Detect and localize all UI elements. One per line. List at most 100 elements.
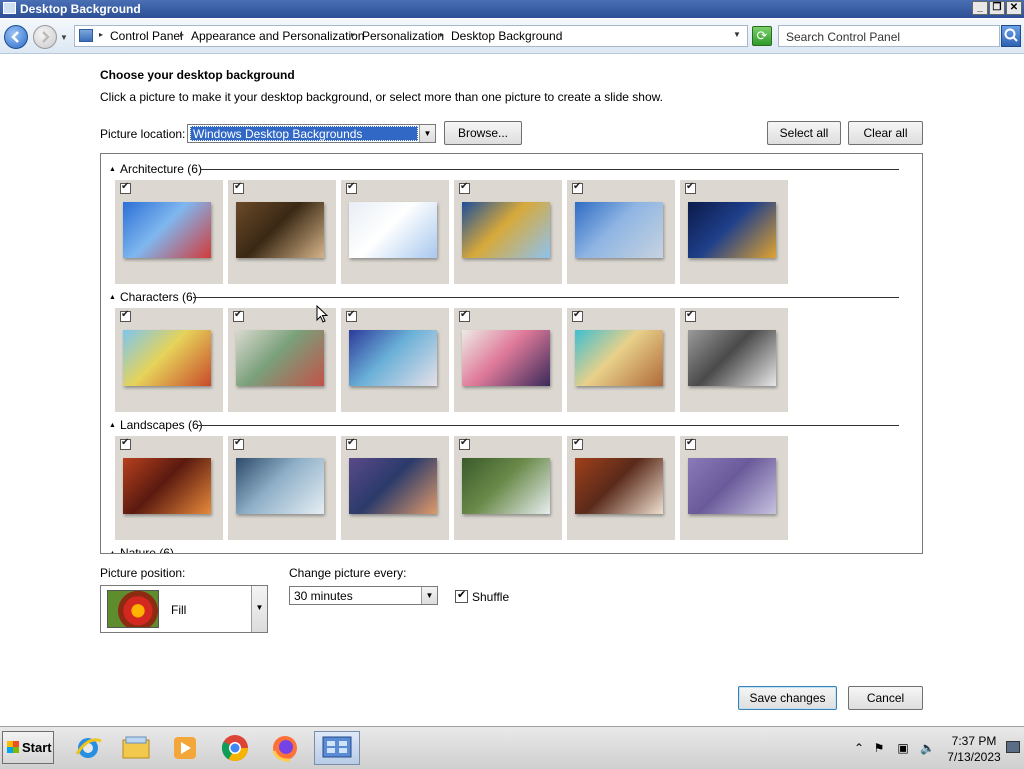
breadcrumb-separator-icon[interactable]: ▸ xyxy=(180,30,184,39)
wallpaper-thumbnail[interactable] xyxy=(575,458,663,514)
wallpaper-thumbnail[interactable] xyxy=(575,202,663,258)
search-icon[interactable] xyxy=(1001,25,1021,47)
change-picture-select[interactable]: 30 minutes ▼ xyxy=(289,586,438,605)
start-button[interactable]: Start xyxy=(2,731,54,764)
breadcrumb[interactable]: ▸ Control Panel ▸ Appearance and Persona… xyxy=(74,25,748,47)
control-panel-taskbar-button[interactable] xyxy=(314,731,360,765)
collapse-caret-icon[interactable]: ▲ xyxy=(109,294,116,301)
wallpaper-checkbox[interactable] xyxy=(233,181,244,194)
wallpaper-tile[interactable] xyxy=(454,308,562,412)
restore-button[interactable]: ❐ xyxy=(989,1,1005,15)
select-all-button[interactable]: Select all xyxy=(767,121,841,145)
firefox-icon[interactable] xyxy=(268,731,302,765)
picture-position-select[interactable]: Fill ▼ xyxy=(100,585,268,633)
breadcrumb-separator-icon[interactable]: ▸ xyxy=(440,30,444,39)
chevron-down-icon[interactable]: ▼ xyxy=(419,125,435,142)
wallpaper-checkbox[interactable] xyxy=(685,437,696,450)
wallpaper-checkbox[interactable] xyxy=(459,181,470,194)
refresh-icon[interactable]: ⟳ xyxy=(752,26,772,46)
wallpaper-thumbnail[interactable] xyxy=(349,330,437,386)
wallpaper-tile[interactable] xyxy=(115,180,223,284)
wallpaper-tile[interactable] xyxy=(680,308,788,412)
chrome-icon[interactable] xyxy=(218,731,252,765)
wallpaper-thumbnail[interactable] xyxy=(123,202,211,258)
wallpaper-checkbox[interactable] xyxy=(120,309,131,322)
wallpaper-thumbnail[interactable] xyxy=(236,458,324,514)
cancel-button[interactable]: Cancel xyxy=(848,686,923,710)
wallpaper-checkbox[interactable] xyxy=(459,437,470,450)
gallery-group-header[interactable]: ▲ Nature (6) xyxy=(109,546,174,553)
wallpaper-tile[interactable] xyxy=(341,308,449,412)
wallpaper-tile[interactable] xyxy=(567,308,675,412)
gallery-group-header[interactable]: ▲ Characters (6) xyxy=(109,290,197,304)
search-input[interactable]: Search Control Panel xyxy=(778,25,1000,47)
wallpaper-thumbnail[interactable] xyxy=(236,202,324,258)
shuffle-checkbox[interactable] xyxy=(455,588,468,603)
wallpaper-thumbnail[interactable] xyxy=(349,202,437,258)
wallpaper-thumbnail[interactable] xyxy=(462,330,550,386)
recent-pages-dropdown-icon[interactable]: ▼ xyxy=(60,33,68,42)
wallpaper-tile[interactable] xyxy=(454,180,562,284)
wallpaper-thumbnail[interactable] xyxy=(688,202,776,258)
wallpaper-checkbox[interactable] xyxy=(120,437,131,450)
breadcrumb-desktop-background[interactable]: Desktop Background xyxy=(451,29,562,43)
browse-button[interactable]: Browse... xyxy=(444,121,522,145)
wallpaper-checkbox[interactable] xyxy=(459,309,470,322)
wallpaper-thumbnail[interactable] xyxy=(462,458,550,514)
back-button[interactable] xyxy=(4,25,28,49)
wallpaper-tile[interactable] xyxy=(115,308,223,412)
wallpaper-tile[interactable] xyxy=(567,180,675,284)
wallpaper-tile[interactable] xyxy=(454,436,562,540)
breadcrumb-appearance[interactable]: Appearance and Personalization xyxy=(191,29,364,43)
shuffle-label[interactable]: Shuffle xyxy=(472,590,509,604)
chevron-down-icon[interactable]: ▼ xyxy=(251,586,267,632)
breadcrumb-personalization[interactable]: Personalization xyxy=(362,29,444,43)
collapse-caret-icon[interactable]: ▲ xyxy=(109,422,116,429)
wallpaper-tile[interactable] xyxy=(680,180,788,284)
media-player-icon[interactable] xyxy=(168,731,202,765)
address-dropdown-icon[interactable]: ▼ xyxy=(733,30,741,39)
picture-location-select[interactable]: Windows Desktop Backgrounds ▼ xyxy=(187,124,436,143)
wallpaper-tile[interactable] xyxy=(341,180,449,284)
wallpaper-checkbox[interactable] xyxy=(120,181,131,194)
wallpaper-tile[interactable] xyxy=(115,436,223,540)
close-button[interactable]: ✕ xyxy=(1006,1,1022,15)
show-desktop-icon[interactable] xyxy=(1006,741,1020,753)
wallpaper-checkbox[interactable] xyxy=(572,181,583,194)
wallpaper-thumbnail[interactable] xyxy=(349,458,437,514)
wallpaper-checkbox[interactable] xyxy=(572,309,583,322)
wallpaper-checkbox[interactable] xyxy=(233,309,244,322)
volume-muted-icon[interactable]: 🔈 xyxy=(920,741,935,755)
forward-button[interactable] xyxy=(33,25,57,49)
chevron-down-icon[interactable]: ▼ xyxy=(421,587,437,604)
wallpaper-thumbnail[interactable] xyxy=(236,330,324,386)
wallpaper-tile[interactable] xyxy=(567,436,675,540)
file-explorer-icon[interactable] xyxy=(119,731,153,765)
wallpaper-thumbnail[interactable] xyxy=(688,330,776,386)
wallpaper-checkbox[interactable] xyxy=(233,437,244,450)
wallpaper-thumbnail[interactable] xyxy=(123,330,211,386)
breadcrumb-control-panel[interactable]: Control Panel xyxy=(110,29,183,43)
breadcrumb-separator-icon[interactable]: ▸ xyxy=(99,30,103,39)
wallpaper-checkbox[interactable] xyxy=(685,309,696,322)
breadcrumb-separator-icon[interactable]: ▸ xyxy=(351,30,355,39)
network-icon[interactable]: ▣ xyxy=(896,741,910,755)
wallpaper-checkbox[interactable] xyxy=(346,181,357,194)
wallpaper-checkbox[interactable] xyxy=(346,437,357,450)
wallpaper-tile[interactable] xyxy=(341,436,449,540)
clear-all-button[interactable]: Clear all xyxy=(848,121,923,145)
wallpaper-thumbnail[interactable] xyxy=(575,330,663,386)
gallery-group-header[interactable]: ▲ Landscapes (6) xyxy=(109,418,203,432)
action-center-flag-icon[interactable]: ⚑ xyxy=(872,741,886,755)
internet-explorer-icon[interactable] xyxy=(71,731,105,765)
save-changes-button[interactable]: Save changes xyxy=(738,686,837,710)
wallpaper-thumbnail[interactable] xyxy=(688,458,776,514)
wallpaper-checkbox[interactable] xyxy=(685,181,696,194)
wallpaper-checkbox[interactable] xyxy=(572,437,583,450)
minimize-button[interactable]: _ xyxy=(972,1,988,15)
wallpaper-thumbnail[interactable] xyxy=(462,202,550,258)
picture-gallery[interactable]: ▲Architecture (6)▲Characters (6)▲Landsca… xyxy=(100,153,923,554)
wallpaper-tile[interactable] xyxy=(228,436,336,540)
wallpaper-tile[interactable] xyxy=(680,436,788,540)
wallpaper-tile[interactable] xyxy=(228,180,336,284)
